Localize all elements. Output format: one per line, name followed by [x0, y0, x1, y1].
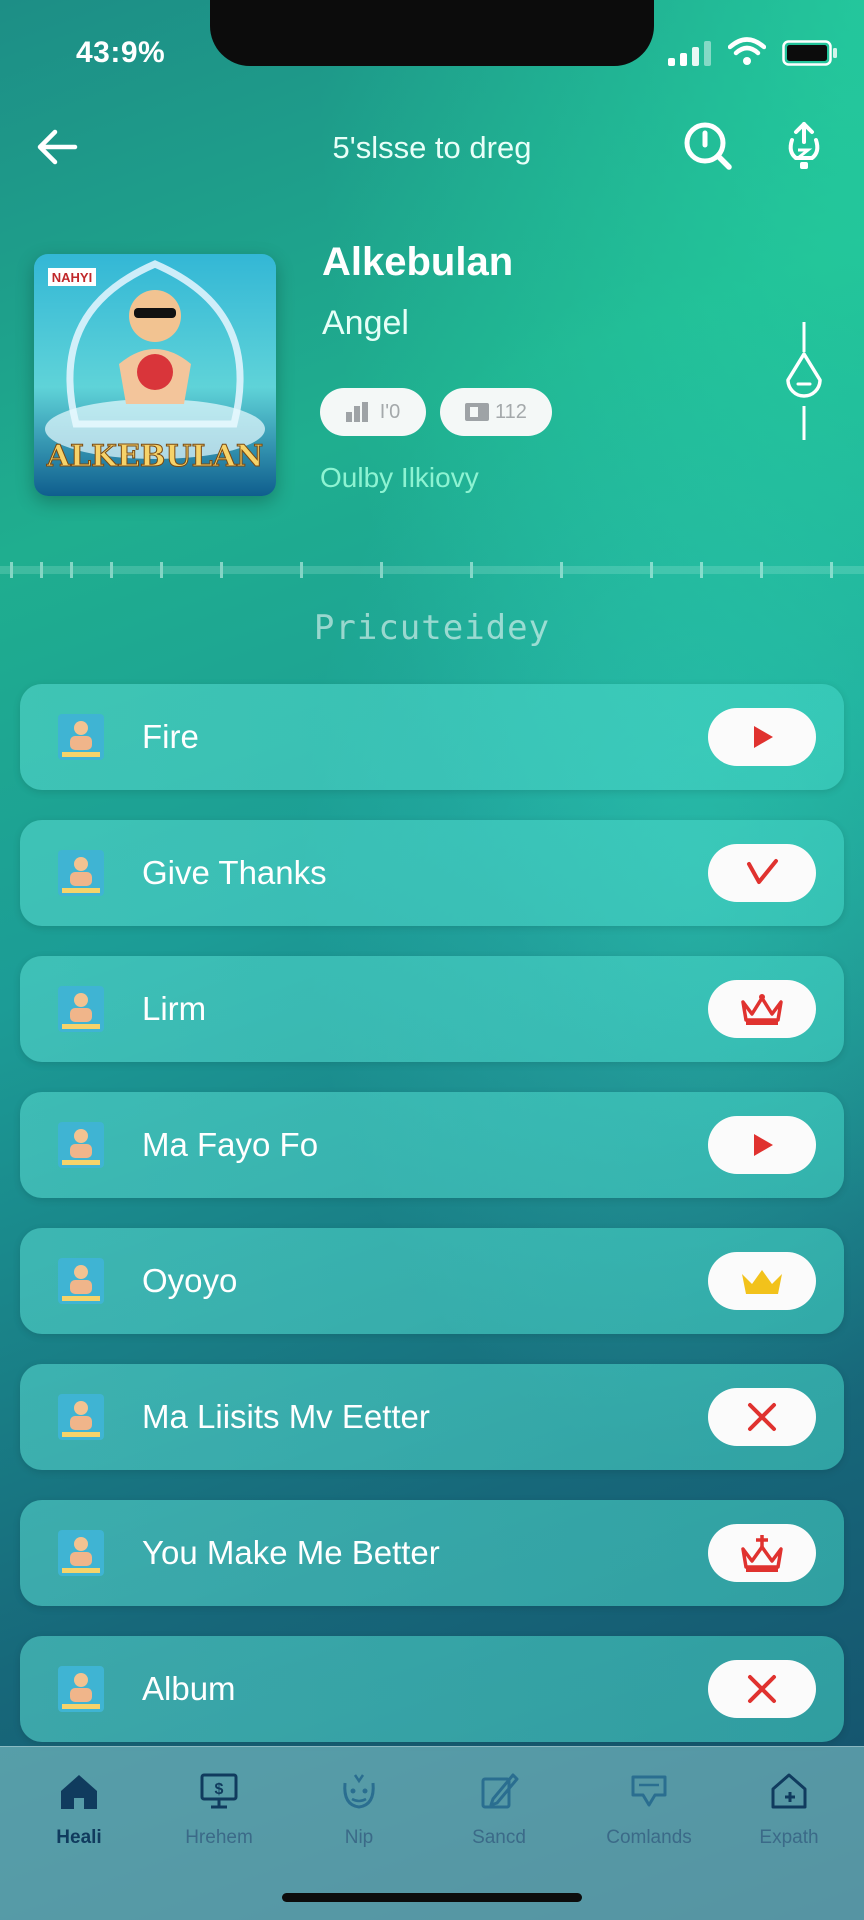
- home-indicator[interactable]: [282, 1893, 582, 1902]
- share-button[interactable]: [776, 118, 832, 174]
- track-row[interactable]: Ma Liisits Mv Eetter: [20, 1364, 844, 1470]
- home-icon: [61, 1775, 97, 1809]
- track-title: Album: [142, 1670, 236, 1707]
- track-title: Ma Fayo Fo: [142, 1126, 319, 1163]
- nav-item-nip[interactable]: Nip: [294, 1769, 424, 1849]
- search-button[interactable]: [680, 118, 736, 174]
- crown-icon: [741, 1535, 783, 1572]
- track-thumbnail: [58, 714, 104, 760]
- smiley-icon: [343, 1774, 375, 1809]
- ticket-icon: [465, 403, 490, 421]
- nav-label: Hrehem: [185, 1827, 253, 1848]
- check-icon: [747, 859, 778, 884]
- track-thumbnail: [58, 986, 104, 1032]
- track-title: Lirm: [142, 990, 207, 1027]
- chart-bars-icon: [345, 402, 368, 422]
- share-icon: [788, 122, 820, 169]
- cellular-signal-icon: [668, 41, 711, 66]
- track-play-button[interactable]: [708, 1116, 816, 1174]
- track-thumbnail: [58, 850, 104, 896]
- house-plus-icon: [771, 1773, 807, 1809]
- monitor-dollar-icon: $: [200, 1773, 238, 1809]
- album-art-title: ALKEBULAN: [46, 439, 264, 474]
- album-art-tag: NAHYI: [52, 270, 92, 285]
- track-title: Oyoyo: [142, 1262, 238, 1299]
- nav-label: Sancd: [472, 1827, 526, 1848]
- album-track-count-badge: 112: [440, 388, 552, 436]
- album-subtitle: Oulby Ilkiovy: [320, 462, 479, 493]
- track-thumbnail: [58, 1258, 104, 1304]
- nav-item-expath[interactable]: Expath: [724, 1769, 854, 1849]
- album-artist[interactable]: Angel: [322, 304, 409, 343]
- album-stat-badge: I'0: [320, 388, 426, 436]
- waveform-divider: [0, 562, 864, 578]
- nav-item-comlands[interactable]: Comlands: [584, 1769, 714, 1849]
- status-bar: 43:9%: [0, 0, 864, 110]
- nav-label: Comlands: [606, 1827, 692, 1848]
- close-icon: [748, 1403, 776, 1431]
- play-icon: [754, 726, 773, 748]
- track-thumbnail: [58, 1530, 104, 1576]
- top-app-bar: 5'slsse to dreg: [0, 110, 864, 190]
- track-thumbnail: [58, 1666, 104, 1712]
- nav-label: Heali: [56, 1827, 102, 1848]
- play-icon: [754, 1134, 773, 1156]
- track-thumbnail: [58, 1122, 104, 1168]
- track-row[interactable]: Give Thanks: [20, 820, 844, 926]
- nav-label: Expath: [759, 1827, 819, 1848]
- track-row[interactable]: You Make Me Better: [20, 1500, 844, 1606]
- status-time: 43:9%: [76, 36, 166, 69]
- track-row[interactable]: Lirm: [20, 956, 844, 1062]
- drop-slider-icon[interactable]: [776, 322, 832, 442]
- nav-item-home[interactable]: Heali: [14, 1769, 144, 1849]
- section-heading: Pricuteidey: [313, 608, 551, 648]
- track-title: Ma Liisits Mv Eetter: [142, 1398, 430, 1435]
- nav-label: Nip: [344, 1827, 374, 1848]
- album-title: Alkebulan: [322, 240, 514, 284]
- chat-icon: [631, 1775, 667, 1807]
- album-cover-image[interactable]: NAHYI ALKEBULAN: [34, 254, 276, 496]
- track-title: Give Thanks: [142, 854, 327, 891]
- close-icon: [748, 1675, 776, 1703]
- track-row[interactable]: Ma Fayo Fo: [20, 1092, 844, 1198]
- track-row[interactable]: Fire: [20, 684, 844, 790]
- edit-icon: [481, 1773, 519, 1809]
- track-row[interactable]: Album: [20, 1636, 844, 1742]
- track-title: Fire: [142, 718, 199, 755]
- album-track-count: 112: [495, 400, 527, 423]
- nav-item-sancd[interactable]: Sancd: [434, 1769, 564, 1849]
- track-crown-button[interactable]: [708, 1252, 816, 1310]
- track-row[interactable]: Oyoyo: [20, 1228, 844, 1334]
- track-remove-button[interactable]: [708, 1388, 816, 1446]
- track-play-button[interactable]: [708, 708, 816, 766]
- battery-icon: [782, 40, 837, 66]
- track-title: You Make Me Better: [142, 1534, 440, 1571]
- track-check-button[interactable]: [708, 844, 816, 902]
- album-cover-art: NAHYI ALKEBULAN: [34, 254, 276, 496]
- track-remove-button[interactable]: [708, 1660, 816, 1718]
- track-crown-button[interactable]: [708, 1524, 816, 1582]
- svg-text:$: $: [215, 1781, 224, 1798]
- nav-item-hrehem[interactable]: $ Hrehem: [154, 1769, 284, 1849]
- track-crown-button[interactable]: [708, 980, 816, 1038]
- crown-gold-icon: [742, 1270, 782, 1294]
- album-stat-value: I'0: [379, 400, 401, 423]
- wifi-icon: [728, 37, 766, 65]
- track-thumbnail: [58, 1394, 104, 1440]
- camera-notch: [210, 0, 654, 66]
- search-icon: [684, 122, 732, 170]
- crown-icon: [741, 994, 783, 1025]
